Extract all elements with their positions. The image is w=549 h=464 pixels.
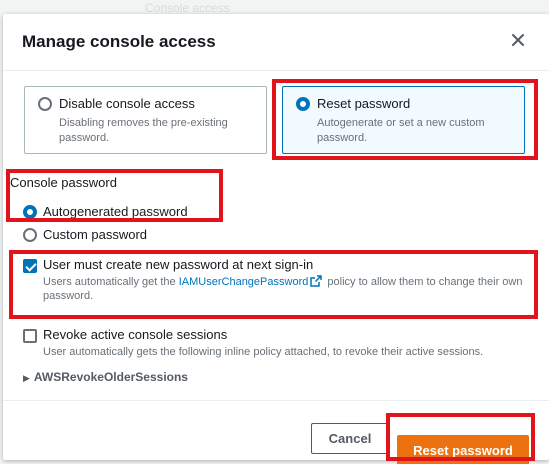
disable-console-access-radio[interactable] [38, 97, 52, 111]
policy-expander[interactable]: ▶ AWSRevokeOlderSessions [23, 370, 188, 384]
reset-password-tile[interactable]: Reset password Autogenerate or set a new… [282, 86, 525, 154]
background-heading: Console access [145, 1, 230, 15]
policy-expander-label: AWSRevokeOlderSessions [33, 370, 188, 384]
revoke-sessions-checkbox[interactable] [23, 329, 37, 343]
cancel-button[interactable]: Cancel [311, 423, 389, 454]
console-password-label: Console password [10, 175, 117, 190]
manage-console-access-modal: Manage console access Disable console ac… [3, 14, 549, 464]
disable-console-access-description: Disabling removes the pre-existing passw… [59, 117, 228, 144]
require-password-reset-description: Users automatically get the IAMUserChang… [43, 275, 533, 303]
reset-password-description: Autogenerate or set a new custom passwor… [317, 117, 485, 144]
close-icon [512, 34, 524, 46]
reset-password-radio[interactable] [296, 97, 310, 111]
require-password-reset-checkbox[interactable] [23, 259, 37, 273]
custom-password-label[interactable]: Custom password [43, 227, 147, 242]
require-reset-desc-before: Users automatically get the [43, 276, 176, 288]
reset-password-label: Reset password [317, 96, 411, 111]
require-password-reset-label[interactable]: User must create new password at next si… [43, 257, 313, 272]
iam-user-change-password-link[interactable]: IAMUserChangePassword [179, 276, 309, 288]
caret-right-icon: ▶ [23, 373, 30, 383]
reset-password-button[interactable]: Reset password [397, 435, 529, 464]
footer-divider [3, 400, 549, 401]
header-divider [3, 70, 549, 71]
external-link-icon[interactable] [310, 275, 323, 287]
disable-console-access-label: Disable console access [59, 96, 195, 111]
revoke-sessions-label[interactable]: Revoke active console sessions [43, 327, 227, 342]
disable-console-access-tile[interactable]: Disable console access Disabling removes… [24, 86, 267, 154]
autogenerated-password-label[interactable]: Autogenerated password [43, 204, 188, 219]
autogenerated-password-radio[interactable] [23, 205, 37, 219]
modal-title: Manage console access [22, 32, 216, 51]
custom-password-radio[interactable] [23, 228, 37, 242]
revoke-sessions-description: User automatically gets the following in… [43, 346, 484, 358]
close-button[interactable] [509, 31, 527, 49]
